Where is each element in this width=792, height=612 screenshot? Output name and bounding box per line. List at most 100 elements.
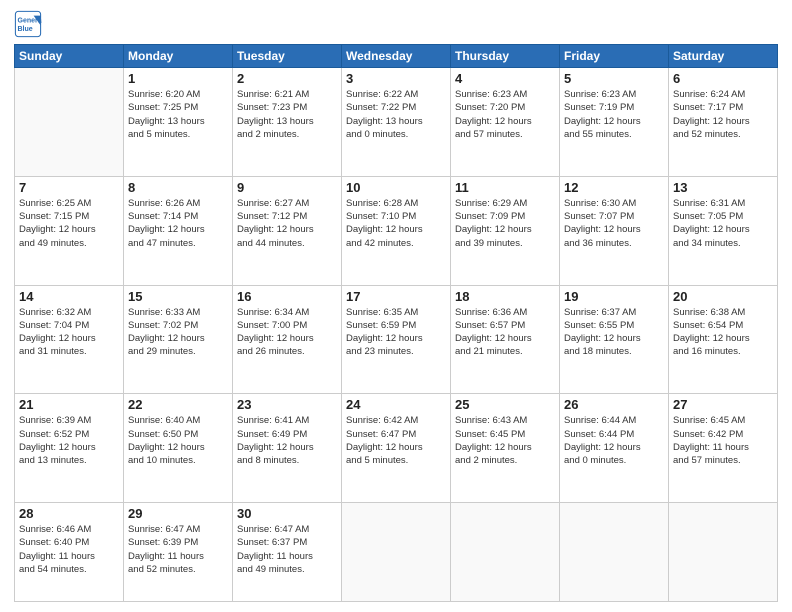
day-number: 29 xyxy=(128,506,228,521)
day-number: 30 xyxy=(237,506,337,521)
day-info: Sunrise: 6:44 AM Sunset: 6:44 PM Dayligh… xyxy=(564,414,664,467)
day-info: Sunrise: 6:23 AM Sunset: 7:20 PM Dayligh… xyxy=(455,88,555,141)
day-info: Sunrise: 6:21 AM Sunset: 7:23 PM Dayligh… xyxy=(237,88,337,141)
day-info: Sunrise: 6:36 AM Sunset: 6:57 PM Dayligh… xyxy=(455,306,555,359)
calendar-cell: 1 Sunrise: 6:20 AM Sunset: 7:25 PM Daylig… xyxy=(124,68,233,177)
day-info: Sunrise: 6:40 AM Sunset: 6:50 PM Dayligh… xyxy=(128,414,228,467)
day-number: 24 xyxy=(346,397,446,412)
day-number: 2 xyxy=(237,71,337,86)
day-info: Sunrise: 6:47 AM Sunset: 6:37 PM Dayligh… xyxy=(237,523,337,576)
day-number: 6 xyxy=(673,71,773,86)
calendar-cell: 15 Sunrise: 6:33 AM Sunset: 7:02 PM Dayli… xyxy=(124,285,233,394)
day-info: Sunrise: 6:22 AM Sunset: 7:22 PM Dayligh… xyxy=(346,88,446,141)
day-info: Sunrise: 6:47 AM Sunset: 6:39 PM Dayligh… xyxy=(128,523,228,576)
day-number: 13 xyxy=(673,180,773,195)
day-number: 14 xyxy=(19,289,119,304)
day-info: Sunrise: 6:32 AM Sunset: 7:04 PM Dayligh… xyxy=(19,306,119,359)
calendar-cell: 12 Sunrise: 6:30 AM Sunset: 7:07 PM Dayli… xyxy=(560,176,669,285)
calendar-cell: 4Sunrise: 6:23 AM Sunset: 7:20 PM Daylig… xyxy=(451,68,560,177)
weekday-header-monday: Monday xyxy=(124,45,233,68)
day-number: 28 xyxy=(19,506,119,521)
calendar-cell: 18 Sunrise: 6:36 AM Sunset: 6:57 PM Dayli… xyxy=(451,285,560,394)
day-info: Sunrise: 6:46 AM Sunset: 6:40 PM Dayligh… xyxy=(19,523,119,576)
logo-icon: General Blue xyxy=(14,10,42,38)
week-row-4: 21 Sunrise: 6:39 AM Sunset: 6:52 PM Dayli… xyxy=(15,394,778,503)
day-number: 7 xyxy=(19,180,119,195)
day-number: 26 xyxy=(564,397,664,412)
day-number: 1 xyxy=(128,71,228,86)
day-info: Sunrise: 6:37 AM Sunset: 6:55 PM Dayligh… xyxy=(564,306,664,359)
day-number: 20 xyxy=(673,289,773,304)
calendar-cell: 22 Sunrise: 6:40 AM Sunset: 6:50 PM Dayli… xyxy=(124,394,233,503)
calendar-cell: 3 Sunrise: 6:22 AM Sunset: 7:22 PM Daylig… xyxy=(342,68,451,177)
day-info: Sunrise: 6:27 AM Sunset: 7:12 PM Dayligh… xyxy=(237,197,337,250)
calendar-cell: 24 Sunrise: 6:42 AM Sunset: 6:47 PM Dayli… xyxy=(342,394,451,503)
day-info: Sunrise: 6:39 AM Sunset: 6:52 PM Dayligh… xyxy=(19,414,119,467)
calendar-cell: 30 Sunrise: 6:47 AM Sunset: 6:37 PM Dayli… xyxy=(233,503,342,602)
week-row-1: 1 Sunrise: 6:20 AM Sunset: 7:25 PM Daylig… xyxy=(15,68,778,177)
calendar-cell: 27 Sunrise: 6:45 AM Sunset: 6:42 PM Dayli… xyxy=(669,394,778,503)
week-row-2: 7 Sunrise: 6:25 AM Sunset: 7:15 PM Daylig… xyxy=(15,176,778,285)
weekday-header-friday: Friday xyxy=(560,45,669,68)
day-number: 9 xyxy=(237,180,337,195)
logo: General Blue xyxy=(14,10,42,38)
calendar-cell: 26 Sunrise: 6:44 AM Sunset: 6:44 PM Dayli… xyxy=(560,394,669,503)
day-number: 17 xyxy=(346,289,446,304)
calendar-cell: 21 Sunrise: 6:39 AM Sunset: 6:52 PM Dayli… xyxy=(15,394,124,503)
calendar-cell xyxy=(560,503,669,602)
day-number: 22 xyxy=(128,397,228,412)
day-info: Sunrise: 6:24 AM Sunset: 7:17 PM Dayligh… xyxy=(673,88,773,141)
day-info: Sunrise: 6:33 AM Sunset: 7:02 PM Dayligh… xyxy=(128,306,228,359)
calendar-table: SundayMondayTuesdayWednesdayThursdayFrid… xyxy=(14,44,778,602)
calendar-cell: 20 Sunrise: 6:38 AM Sunset: 6:54 PM Dayli… xyxy=(669,285,778,394)
calendar-cell xyxy=(342,503,451,602)
day-info: Sunrise: 6:28 AM Sunset: 7:10 PM Dayligh… xyxy=(346,197,446,250)
day-number: 15 xyxy=(128,289,228,304)
calendar-cell: 13 Sunrise: 6:31 AM Sunset: 7:05 PM Dayli… xyxy=(669,176,778,285)
day-number: 11 xyxy=(455,180,555,195)
day-info: Sunrise: 6:35 AM Sunset: 6:59 PM Dayligh… xyxy=(346,306,446,359)
header: General Blue xyxy=(14,10,778,38)
calendar-cell: 29 Sunrise: 6:47 AM Sunset: 6:39 PM Dayli… xyxy=(124,503,233,602)
day-number: 19 xyxy=(564,289,664,304)
calendar-cell: 6 Sunrise: 6:24 AM Sunset: 7:17 PM Daylig… xyxy=(669,68,778,177)
page: General Blue SundayMondayTuesdayWednesda… xyxy=(0,0,792,612)
day-info: Sunrise: 6:42 AM Sunset: 6:47 PM Dayligh… xyxy=(346,414,446,467)
day-info: Sunrise: 6:45 AM Sunset: 6:42 PM Dayligh… xyxy=(673,414,773,467)
calendar-cell: 19 Sunrise: 6:37 AM Sunset: 6:55 PM Dayli… xyxy=(560,285,669,394)
day-number: 8 xyxy=(128,180,228,195)
calendar-cell: 11 Sunrise: 6:29 AM Sunset: 7:09 PM Dayli… xyxy=(451,176,560,285)
day-info: Sunrise: 6:41 AM Sunset: 6:49 PM Dayligh… xyxy=(237,414,337,467)
calendar-cell: 5Sunrise: 6:23 AM Sunset: 7:19 PM Daylig… xyxy=(560,68,669,177)
weekday-header-tuesday: Tuesday xyxy=(233,45,342,68)
day-number: 21 xyxy=(19,397,119,412)
day-info: Sunrise: 6:38 AM Sunset: 6:54 PM Dayligh… xyxy=(673,306,773,359)
day-number: 12 xyxy=(564,180,664,195)
calendar-cell: 7 Sunrise: 6:25 AM Sunset: 7:15 PM Daylig… xyxy=(15,176,124,285)
day-number: 25 xyxy=(455,397,555,412)
calendar-cell: 10Sunrise: 6:28 AM Sunset: 7:10 PM Dayli… xyxy=(342,176,451,285)
day-info: Sunrise: 6:30 AM Sunset: 7:07 PM Dayligh… xyxy=(564,197,664,250)
day-info: Sunrise: 6:34 AM Sunset: 7:00 PM Dayligh… xyxy=(237,306,337,359)
calendar-cell: 23 Sunrise: 6:41 AM Sunset: 6:49 PM Dayli… xyxy=(233,394,342,503)
calendar-cell xyxy=(15,68,124,177)
day-info: Sunrise: 6:31 AM Sunset: 7:05 PM Dayligh… xyxy=(673,197,773,250)
calendar-cell: 28 Sunrise: 6:46 AM Sunset: 6:40 PM Dayli… xyxy=(15,503,124,602)
weekday-header-saturday: Saturday xyxy=(669,45,778,68)
day-number: 18 xyxy=(455,289,555,304)
day-number: 16 xyxy=(237,289,337,304)
day-number: 23 xyxy=(237,397,337,412)
day-info: Sunrise: 6:23 AM Sunset: 7:19 PM Dayligh… xyxy=(564,88,664,141)
day-number: 3 xyxy=(346,71,446,86)
weekday-header-wednesday: Wednesday xyxy=(342,45,451,68)
day-number: 27 xyxy=(673,397,773,412)
svg-text:Blue: Blue xyxy=(18,26,33,33)
calendar-cell: 25Sunrise: 6:43 AM Sunset: 6:45 PM Dayli… xyxy=(451,394,560,503)
calendar-cell: 17 Sunrise: 6:35 AM Sunset: 6:59 PM Dayli… xyxy=(342,285,451,394)
day-info: Sunrise: 6:29 AM Sunset: 7:09 PM Dayligh… xyxy=(455,197,555,250)
day-info: Sunrise: 6:25 AM Sunset: 7:15 PM Dayligh… xyxy=(19,197,119,250)
calendar-cell: 9 Sunrise: 6:27 AM Sunset: 7:12 PM Daylig… xyxy=(233,176,342,285)
calendar-cell xyxy=(451,503,560,602)
day-info: Sunrise: 6:20 AM Sunset: 7:25 PM Dayligh… xyxy=(128,88,228,141)
weekday-header-thursday: Thursday xyxy=(451,45,560,68)
